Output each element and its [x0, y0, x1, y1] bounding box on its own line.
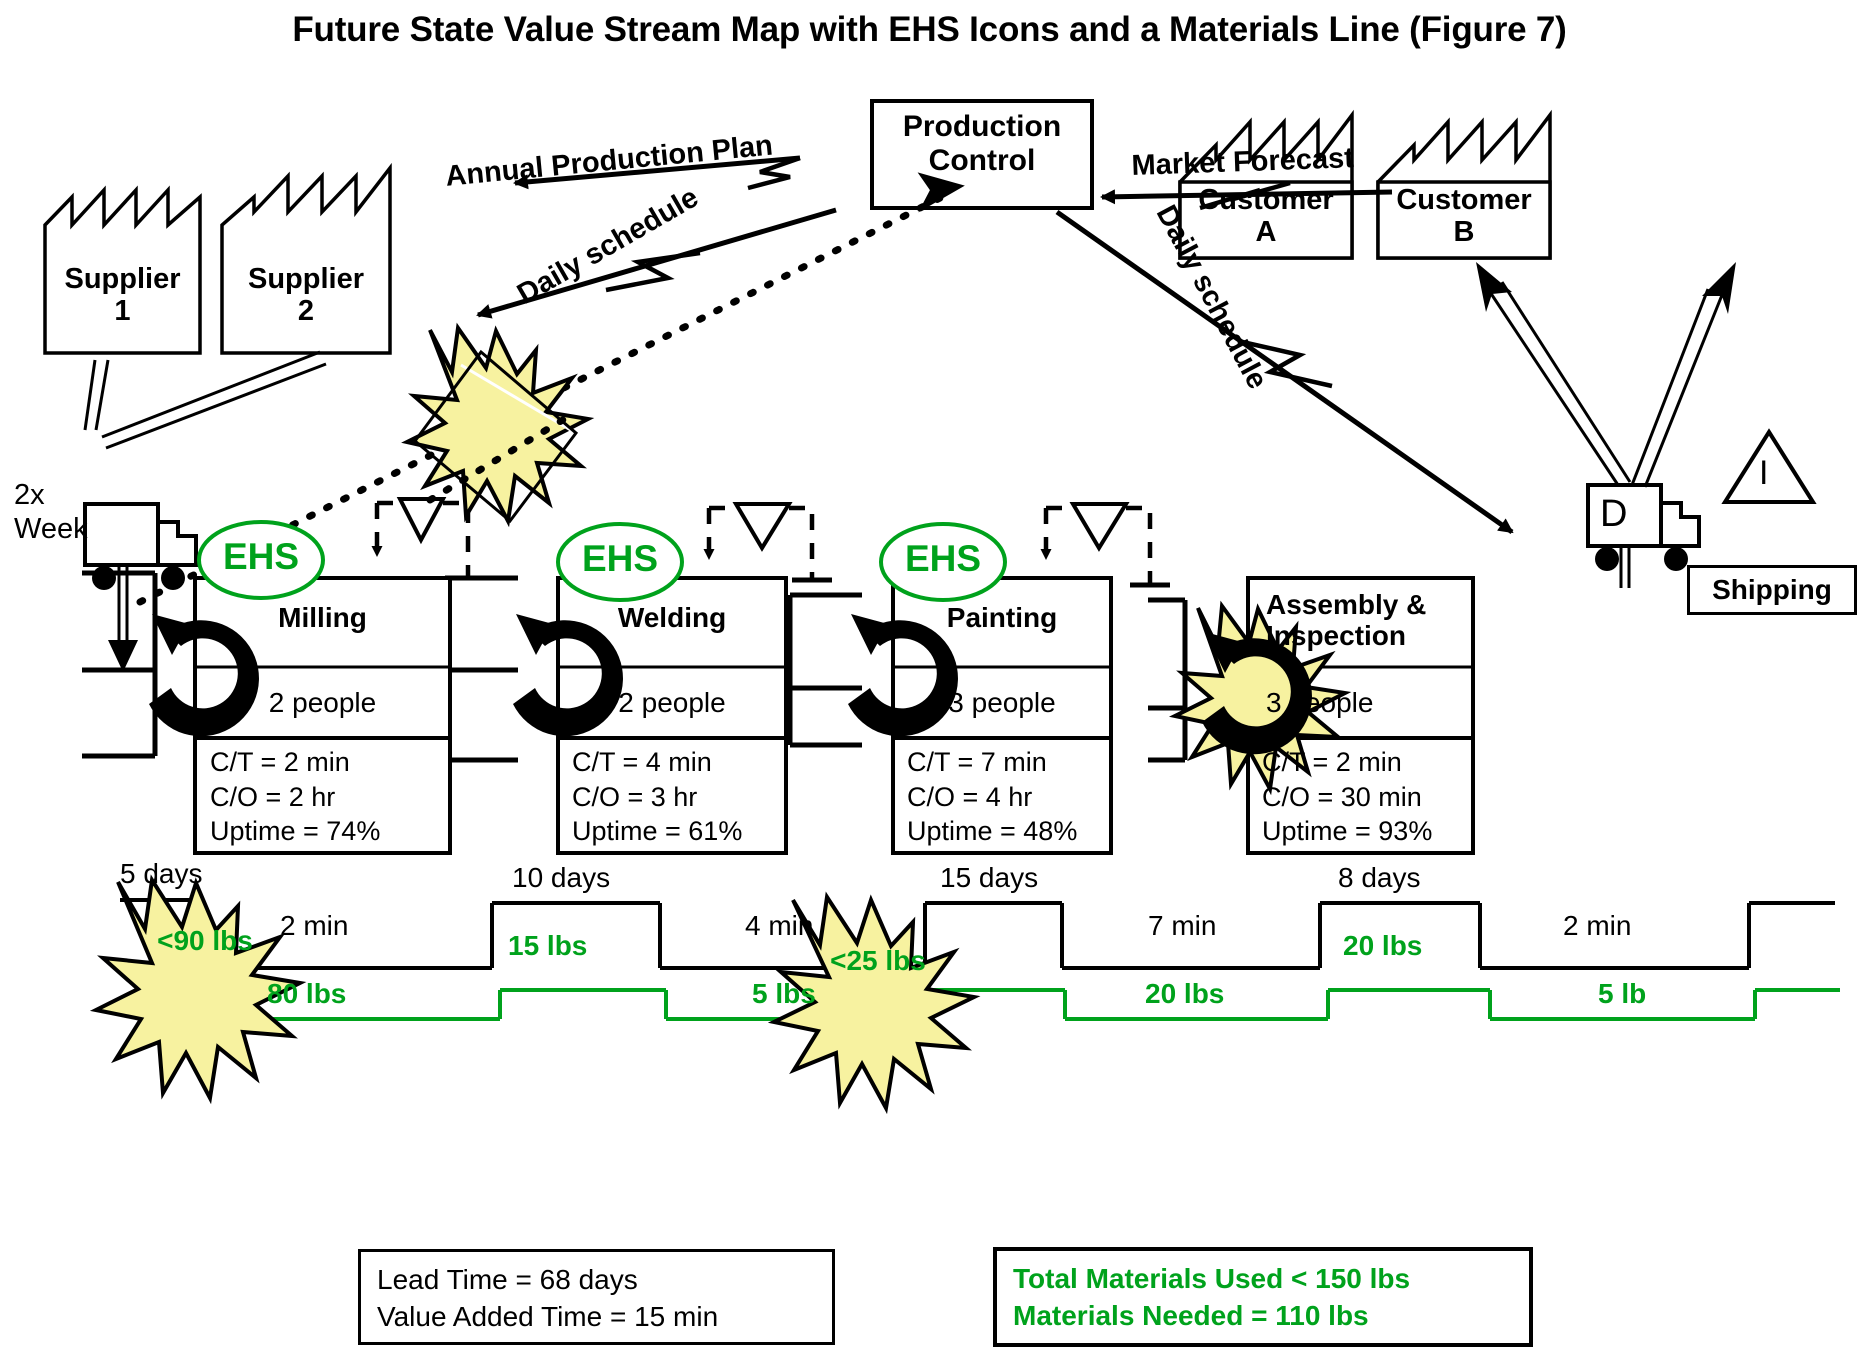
welding-changeover: C/O = 3 hr	[572, 781, 698, 812]
summary-lead-time-box: Lead Time = 68 days Value Added Time = 1…	[358, 1249, 835, 1345]
lead-time-label-2: 10 days	[512, 862, 611, 893]
lead-time-total: Lead Time = 68 days	[377, 1264, 638, 1295]
supermarket-icon-4	[1148, 597, 1188, 763]
burst-text-25: <25 lbs	[830, 945, 926, 976]
customer-a-name: Customer	[1198, 184, 1334, 216]
value-added-label-3: 7 min	[1148, 910, 1217, 941]
process-people-assembly: 3 people	[1266, 687, 1374, 718]
daily-schedule-right-arrow	[1055, 209, 1514, 535]
milling-uptime: Uptime = 74%	[210, 816, 381, 847]
supplier-2-name: Supplier	[247, 263, 364, 295]
shipping-triangle-icon	[1721, 428, 1817, 504]
supplier-1-number: 1	[114, 295, 131, 328]
kaizen-burst-schedule	[401, 322, 595, 528]
assembly-cycle-time: C/T = 2 min	[1262, 747, 1402, 777]
production-control-label: Production Control	[872, 110, 1092, 177]
value-stream-map: Future State Value Stream Map with EHS I…	[0, 0, 1859, 1368]
lead-time-label-3: 15 days	[940, 862, 1039, 893]
assembly-title-line1: Assembly &	[1266, 589, 1427, 620]
inbound-frequency-line2: Week	[14, 513, 88, 546]
burst-text-90: <90 lbs	[157, 925, 253, 956]
process-title-assembly: Assembly & Inspection	[1266, 589, 1476, 652]
supermarket-icon-3	[787, 592, 862, 748]
process-people-milling: 2 people	[268, 687, 377, 718]
process-title-milling: Milling	[278, 602, 367, 633]
materials-line-green	[160, 988, 1840, 1036]
assembly-title-line2: Inspection	[1266, 619, 1407, 651]
process-people-painting: 3 people	[948, 687, 1056, 718]
production-control-line1: Production	[902, 110, 1062, 143]
value-added-label-2: 4 min	[745, 910, 814, 941]
total-materials-used: Total Materials Used < 150 lbs	[1013, 1263, 1411, 1294]
materials-label-5: 5 lbs	[752, 978, 816, 1009]
shipping-box: Shipping	[1687, 565, 1857, 615]
materials-label-80: 80 lbs	[267, 978, 347, 1009]
inbound-truck-shape	[83, 502, 198, 672]
process-data-welding: C/T = 4 min C/O = 3 hr Uptime = 61%	[572, 745, 742, 849]
customer-b-name: Customer	[1396, 184, 1532, 216]
supplier-2-number: 2	[297, 295, 315, 328]
materials-label-5lb: 5 lb	[1598, 978, 1647, 1009]
milling-changeover: C/O = 2 hr	[210, 781, 336, 812]
inbound-frequency-label: 2x Week	[14, 478, 88, 546]
inbound-frequency-line1: 2x	[14, 479, 45, 511]
summary-materials-box: Total Materials Used < 150 lbs Materials…	[993, 1247, 1533, 1347]
production-control-line2: Control	[928, 143, 1036, 177]
outbound-truck-label: D	[1600, 493, 1628, 535]
diagram-canvas	[43, 99, 1840, 1115]
welding-uptime: Uptime = 61%	[572, 816, 743, 847]
inbound-truck-icon	[83, 350, 327, 450]
process-data-painting: C/T = 7 min C/O = 4 hr Uptime = 48%	[907, 745, 1077, 849]
process-data-milling: C/T = 2 min C/O = 2 hr Uptime = 74%	[210, 745, 380, 849]
painting-changeover: C/O = 4 hr	[907, 781, 1033, 812]
supermarket-icon-2	[442, 575, 518, 763]
process-people-welding: 2 people	[618, 687, 726, 718]
customer-b-label: Customer B	[1378, 184, 1550, 249]
ehs-label-milling: EHS	[222, 536, 300, 577]
lead-time-label-4: 8 days	[1338, 862, 1421, 893]
value-added-time-total: Value Added Time = 15 min	[377, 1300, 719, 1332]
welding-cycle-time: C/T = 4 min	[572, 747, 712, 777]
inventory-triangle-kanban-3	[1040, 502, 1170, 588]
supplier-2-label: Supplier 2	[222, 263, 390, 328]
assembly-changeover: C/O = 30 min	[1262, 781, 1422, 812]
value-added-label-4: 2 min	[1563, 910, 1632, 941]
ehs-label-painting: EHS	[904, 538, 982, 579]
materials-label-20b: 20 lbs	[1343, 930, 1423, 961]
materials-label-15: 15 lbs	[508, 930, 588, 961]
painting-uptime: Uptime = 48%	[907, 816, 1078, 847]
ehs-label-welding: EHS	[581, 538, 659, 579]
assembly-uptime: Uptime = 93%	[1262, 816, 1433, 847]
supplier-1-name: Supplier	[64, 263, 181, 295]
lead-time-label-1: 5 days	[120, 858, 203, 889]
painting-cycle-time: C/T = 7 min	[907, 747, 1047, 777]
customer-a-label: Customer A	[1180, 184, 1352, 249]
milling-cycle-time: C/T = 2 min	[210, 747, 350, 777]
inventory-triangle-kanban-2	[703, 502, 832, 583]
customer-b-number: B	[1453, 216, 1475, 249]
process-title-welding: Welding	[617, 602, 727, 633]
materials-needed: Materials Needed = 110 lbs	[1013, 1299, 1369, 1331]
customer-a-number: A	[1255, 216, 1277, 249]
process-data-assembly: C/T = 2 min C/O = 30 min Uptime = 93%	[1262, 745, 1432, 849]
outbound-truck-icon	[1476, 262, 1736, 588]
shipping-triangle-label: I	[1759, 454, 1769, 492]
supplier-1-label: Supplier 1	[45, 263, 200, 328]
process-title-painting: Painting	[946, 602, 1058, 633]
materials-label-20a: 20 lbs	[1145, 978, 1225, 1009]
